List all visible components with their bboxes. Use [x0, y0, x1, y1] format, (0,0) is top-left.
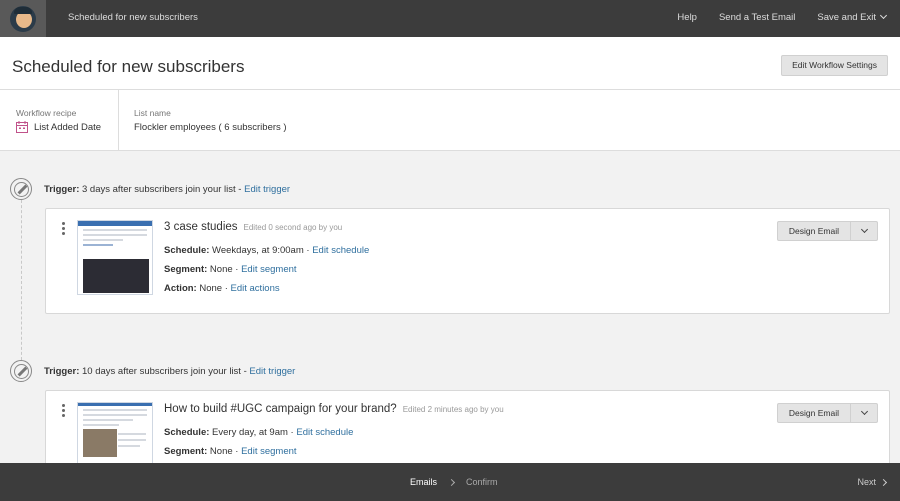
segment-row: Segment: None · Edit segment [164, 446, 297, 457]
trigger-description: 3 days after subscribers join your list … [79, 184, 245, 195]
step-emails[interactable]: Emails [410, 477, 437, 487]
help-link[interactable]: Help [677, 12, 697, 23]
footer-bar: Emails Confirm Next [0, 463, 900, 501]
save-and-exit-menu[interactable]: Save and Exit [817, 11, 888, 23]
email-title: 3 case studies Edited 0 second ago by you [164, 221, 342, 233]
trigger-label: Trigger: [44, 366, 80, 377]
schedule-value: Weekdays, at 9:00am · [209, 245, 313, 256]
schedule-row: Schedule: Every day, at 9am · Edit sched… [164, 427, 353, 438]
edit-trigger-link[interactable]: Edit trigger [244, 184, 290, 195]
chevron-down-icon [860, 407, 868, 416]
segment-value: None · [207, 264, 242, 275]
segment-label: Segment: [164, 264, 208, 275]
segment-label: Segment: [164, 446, 208, 457]
edit-schedule-link[interactable]: Edit schedule [296, 427, 353, 438]
more-options-icon[interactable] [62, 222, 65, 237]
page-header: Scheduled for new subscribers Edit Workf… [0, 37, 900, 90]
page-title: Scheduled for new subscribers [12, 57, 245, 76]
design-email-button-group: Design Email [776, 221, 878, 241]
schedule-label: Schedule: [164, 245, 210, 256]
email-card: 3 case studies Edited 0 second ago by you… [45, 208, 890, 314]
calendar-icon [16, 121, 28, 133]
mailchimp-logo-icon[interactable] [0, 0, 46, 37]
edit-segment-link[interactable]: Edit segment [241, 264, 296, 275]
edit-segment-link[interactable]: Edit segment [241, 446, 296, 457]
schedule-value: Every day, at 9am · [209, 427, 297, 438]
schedule-row: Schedule: Weekdays, at 9:00am · Edit sch… [164, 245, 369, 256]
next-label: Next [857, 477, 876, 487]
chevron-right-icon [447, 478, 456, 486]
edit-workflow-settings-button[interactable]: Edit Workflow Settings [781, 55, 888, 76]
design-email-button[interactable]: Design Email [778, 222, 851, 240]
trigger-description: 10 days after subscribers join your list… [79, 366, 250, 377]
workflow-info: Workflow recipe List Added Date List nam… [0, 90, 900, 151]
chevron-right-icon [879, 478, 888, 486]
send-test-email-link[interactable]: Send a Test Email [719, 12, 795, 23]
chevron-down-icon [879, 11, 888, 20]
schedule-label: Schedule: [164, 427, 210, 438]
topbar-title: Scheduled for new subscribers [68, 12, 198, 23]
workflow-recipe-value: List Added Date [34, 122, 102, 133]
more-options-icon[interactable] [62, 404, 65, 419]
trigger-label: Trigger: [44, 184, 80, 195]
step-confirm[interactable]: Confirm [466, 477, 498, 487]
next-button[interactable]: Next [857, 477, 888, 487]
edit-actions-link[interactable]: Edit actions [231, 283, 280, 294]
save-and-exit-label: Save and Exit [817, 12, 876, 23]
trigger-2: Trigger: 10 days after subscribers join … [44, 366, 295, 377]
edit-schedule-link[interactable]: Edit schedule [312, 245, 369, 256]
top-bar: Scheduled for new subscribers Help Send … [0, 0, 900, 37]
topbar-nav: Help Send a Test Email Save and Exit [677, 11, 888, 23]
list-name-value: Flockler employees ( 6 subscribers ) [134, 122, 287, 133]
segment-value: None · [207, 446, 242, 457]
edit-trigger-icon[interactable] [10, 360, 32, 382]
action-row: Action: None · Edit actions [164, 283, 280, 294]
segment-row: Segment: None · Edit segment [164, 264, 297, 275]
workflow-timeline [21, 200, 22, 360]
design-email-dropdown[interactable] [851, 404, 877, 422]
action-label: Action: [164, 283, 197, 294]
email-thumbnail[interactable] [77, 220, 153, 295]
design-email-button-group: Design Email [776, 403, 878, 423]
edited-timestamp: Edited 0 second ago by you [243, 223, 343, 232]
email-title-text: 3 case studies [164, 221, 238, 233]
email-title: How to build #UGC campaign for your bran… [164, 403, 504, 415]
workflow-recipe-label: Workflow recipe [16, 108, 77, 118]
design-email-button[interactable]: Design Email [778, 404, 851, 422]
trigger-1: Trigger: 3 days after subscribers join y… [44, 184, 290, 195]
email-title-text: How to build #UGC campaign for your bran… [164, 403, 397, 415]
action-value: None · [196, 283, 231, 294]
chevron-down-icon [860, 225, 868, 234]
edit-trigger-link[interactable]: Edit trigger [249, 366, 295, 377]
workflow-recipe-column: Workflow recipe List Added Date [0, 90, 119, 151]
edited-timestamp: Edited 2 minutes ago by you [402, 405, 504, 414]
step-breadcrumb: Emails Confirm [410, 477, 498, 487]
list-name-label: List name [134, 108, 171, 118]
edit-trigger-icon[interactable] [10, 178, 32, 200]
design-email-dropdown[interactable] [851, 222, 877, 240]
email-card: How to build #UGC campaign for your bran… [45, 390, 890, 477]
